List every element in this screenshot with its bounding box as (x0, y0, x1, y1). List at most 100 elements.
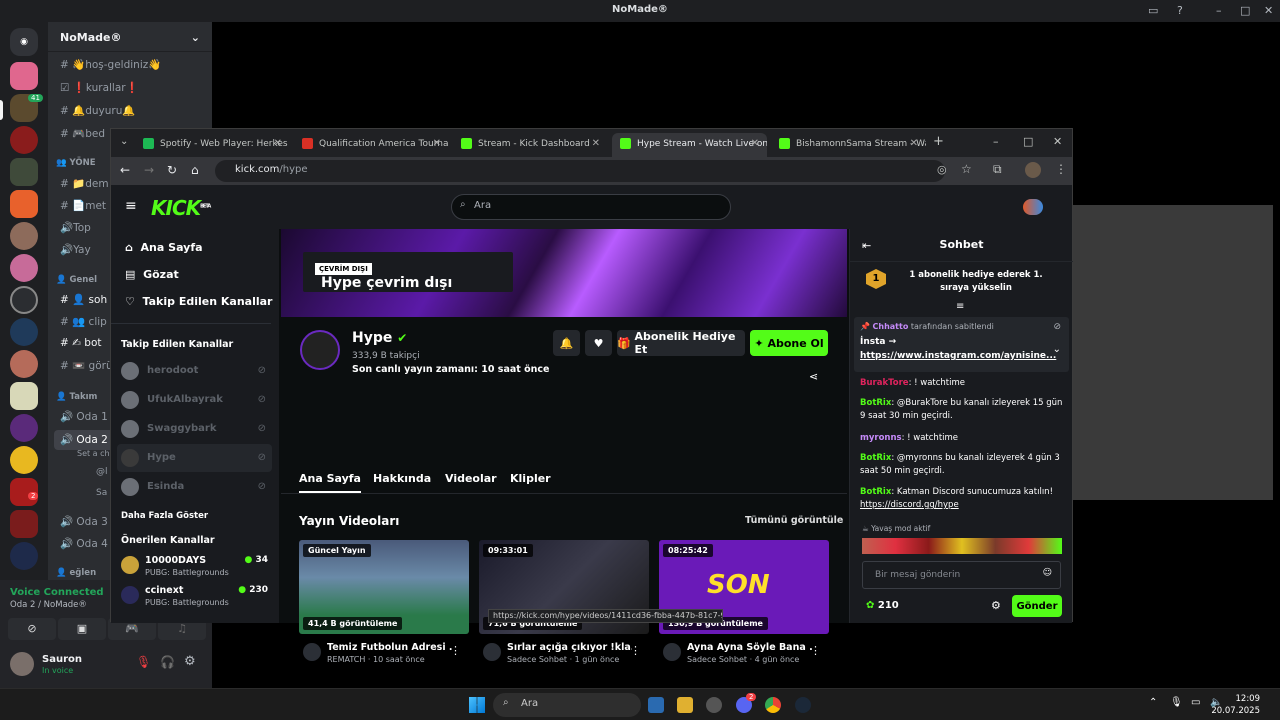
category-label[interactable]: 👤 Takım (56, 392, 97, 402)
share-icon[interactable]: ⋖ (809, 370, 818, 383)
windows-start-icon[interactable] (469, 697, 485, 713)
url-input[interactable]: kick.com/hype (215, 160, 945, 182)
server-icon[interactable] (10, 446, 38, 474)
tray-chevron-icon[interactable]: ⌃ (1149, 697, 1157, 708)
voice-user[interactable]: Sa (96, 488, 107, 498)
minimize-icon[interactable]: – (1216, 4, 1222, 17)
pinned-link[interactable]: https://www.instagram.com/aynisine... (860, 351, 1056, 361)
tab-about[interactable]: Hakkında (373, 472, 431, 485)
browser-tab[interactable]: Stream - Kick Dashboard ✕ (453, 133, 608, 157)
gift-leaderboard-text[interactable]: 1 abonelik hediye ederek 1. sıraya yükse… (896, 269, 1056, 295)
tab-videos[interactable]: Videolar (445, 472, 497, 485)
close-icon[interactable]: ✕ (1264, 4, 1273, 17)
channel-item[interactable]: # 🔔duyuru🔔 (54, 101, 206, 121)
discord-link[interactable]: https://discord.gg/hype (860, 500, 959, 510)
chevron-down-icon[interactable]: ⌄ (1053, 344, 1061, 355)
server-icon[interactable] (10, 126, 38, 154)
category-label[interactable]: 👤 Genel (56, 275, 97, 285)
followed-channel-selected[interactable]: Hype ⊘ (117, 444, 272, 472)
notification-bell-icon[interactable]: 🔔 (553, 330, 580, 356)
follow-heart-icon[interactable]: ♥ (585, 330, 612, 356)
mic-muted-icon[interactable]: 🎙 (136, 655, 151, 669)
server-icon[interactable] (10, 286, 38, 314)
server-icon[interactable] (10, 158, 38, 186)
server-icon[interactable] (10, 414, 38, 442)
settings-gear-icon[interactable]: ⚙ (184, 654, 196, 669)
hide-icon[interactable]: ⊘ (1053, 322, 1061, 332)
server-icon[interactable] (10, 510, 38, 538)
bookmark-star-icon[interactable]: ☆ (961, 162, 972, 176)
close-icon[interactable]: ✕ (1053, 135, 1062, 148)
nav-home[interactable]: ⌂ Ana Sayfa (125, 241, 203, 254)
tab-home[interactable]: Ana Sayfa (299, 472, 361, 493)
back-icon[interactable]: ← (120, 163, 130, 177)
followed-channel[interactable]: herodoot ⊘ (117, 357, 272, 385)
screen-icon[interactable]: ▭ (1148, 4, 1158, 17)
more-options-icon[interactable]: ⋮ (810, 644, 821, 657)
server-icon[interactable] (10, 382, 38, 410)
category-label[interactable]: 👤 eğlen (56, 568, 96, 578)
channel-item[interactable]: ☑ ❗kurallar❗ (54, 78, 206, 98)
hamburger-menu-icon[interactable]: ≡ (125, 198, 137, 214)
photos-icon[interactable] (648, 697, 664, 713)
tab-clips[interactable]: Klipler (510, 472, 551, 485)
help-icon[interactable]: ? (1177, 4, 1183, 17)
maximize-icon[interactable]: □ (1023, 135, 1033, 148)
video-card[interactable]: Güncel Yayın 41,4 B görüntüleme Temiz Fu… (299, 540, 469, 664)
user-avatar[interactable] (1023, 199, 1043, 215)
profile-avatar[interactable] (1025, 162, 1041, 178)
server-icon[interactable] (10, 542, 38, 570)
nav-browse[interactable]: ▤ Gözat (125, 268, 179, 281)
eye-off-icon[interactable]: ◎ (937, 163, 947, 176)
reload-icon[interactable]: ↻ (167, 163, 177, 177)
subscribe-button[interactable]: ✦ Abone Ol (750, 330, 828, 356)
avatar[interactable] (10, 652, 34, 676)
username[interactable]: Sauron (42, 654, 82, 665)
server-name[interactable]: NoMade® ⌄ (48, 22, 212, 52)
send-button[interactable]: Gönder (1012, 595, 1062, 617)
followed-channel[interactable]: Swaggybark ⊘ (117, 415, 272, 443)
server-icon[interactable] (10, 222, 38, 250)
expand-icon[interactable]: ≡ (956, 301, 964, 312)
chat-settings-icon[interactable]: ⚙ (991, 599, 1001, 612)
recommended-channel[interactable]: 10000DAYS PUBG: Battlegrounds ● 34 (117, 551, 272, 579)
video-title[interactable]: Ayna Ayna Söyle Bana ... (687, 642, 812, 653)
voice-user[interactable]: @l (96, 467, 108, 477)
camera-off-icon[interactable]: ⊘ (8, 618, 56, 640)
video-title[interactable]: Temiz Futbolun Adresi ... (327, 642, 452, 653)
screen-share-icon[interactable]: ▣ (58, 618, 106, 640)
show-more-link[interactable]: Daha Fazla Göster (121, 511, 208, 521)
server-icon[interactable] (10, 190, 38, 218)
pinned-message[interactable]: 📌 Chhatto tarafından sabitlendi ⊘ İnsta … (854, 317, 1069, 372)
server-icon[interactable] (10, 254, 38, 282)
gift-sub-button[interactable]: 🎁 Abonelik Hediye Et (617, 330, 745, 356)
more-options-icon[interactable]: ⋮ (630, 644, 641, 657)
browser-tab-active[interactable]: Hype Stream - Watch Live on Kick✕ (612, 133, 767, 157)
server-icon[interactable] (10, 318, 38, 346)
menu-icon[interactable]: ⋮ (1055, 162, 1067, 176)
file-explorer-icon[interactable] (677, 697, 693, 713)
browser-tab[interactable]: Qualification America Tournament✕ (294, 133, 449, 157)
extensions-icon[interactable]: ⧉ (993, 162, 1002, 177)
video-thumbnail[interactable]: Güncel Yayın 41,4 B görüntüleme (299, 540, 469, 634)
chat-input[interactable]: Bir mesaj gönderin ☺ (862, 561, 1061, 589)
mic-icon[interactable]: 🎙 (1170, 697, 1183, 708)
clock[interactable]: 12:09 20.07.2025 (1211, 693, 1260, 717)
emote-bar[interactable] (862, 538, 1062, 554)
channel-avatar[interactable] (300, 330, 340, 370)
recommended-channel[interactable]: ccinext PUBG: Battlegrounds ● 230 (117, 581, 272, 609)
browser-tab[interactable]: BishamonnSama Stream - Watch✕ (771, 133, 926, 157)
discord-home-icon[interactable]: ◉ (10, 28, 38, 56)
chrome-icon[interactable] (765, 697, 781, 713)
search-input[interactable]: ⌕ Ara (451, 194, 731, 220)
tab-search-icon[interactable]: ⌄ (120, 136, 128, 147)
followed-channel[interactable]: UfukAlbayrak ⊘ (117, 386, 272, 414)
nav-following[interactable]: ♡ Takip Edilen Kanallar (125, 295, 272, 308)
browser-tab[interactable]: Spotify - Web Player: Herkes için✕ (135, 133, 290, 157)
see-all-link[interactable]: Tümünü görüntüle (745, 515, 843, 526)
app-icon[interactable] (706, 697, 722, 713)
deafen-icon[interactable]: 🎧 (160, 655, 175, 669)
more-options-icon[interactable]: ⋮ (450, 644, 461, 657)
category-label[interactable]: 👥 YÖNE (56, 158, 96, 168)
new-tab-icon[interactable]: + (933, 134, 944, 149)
